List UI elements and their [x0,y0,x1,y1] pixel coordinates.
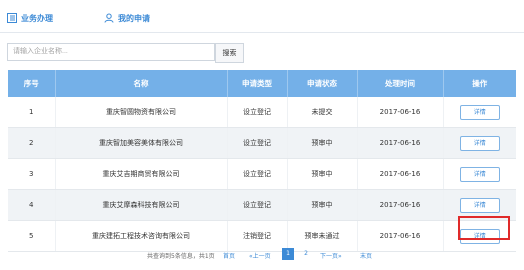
detail-button[interactable]: 详情 [459,135,500,151]
column-header-action: 操作 [443,70,516,97]
detail-button[interactable]: 详情 [459,228,500,244]
table-row: 2 重庆智加美容美体有限公司 设立登记 预审中 2017-06-16 详情 [8,127,516,159]
cell-name: 重庆建拓工程技术咨询有限公司 [55,220,228,252]
column-header-name: 名称 [55,70,228,97]
tab-my-applications[interactable]: 我的申请 [104,10,150,26]
table-header-row: 序号 名称 申请类型 申请状态 处理时间 操作 [8,70,516,97]
pagination: 共查询到5条信息，共1页 首页 «上一页 1 2 下一页» 末页 [0,248,524,264]
cell-name: 重庆艾摩森科技有限公司 [55,189,228,221]
cell-action: 详情 [443,97,516,128]
cell-status: 预审未通过 [287,220,358,252]
cell-status: 预审中 [287,127,358,159]
cell-type: 注销登记 [227,220,288,252]
detail-button[interactable]: 详情 [459,197,500,213]
cell-action: 详情 [443,189,516,221]
detail-button[interactable]: 详情 [459,104,500,120]
tab-bar: 业务办理 我的申请 [0,0,524,33]
column-header-status: 申请状态 [287,70,358,97]
tab-business-label: 业务办理 [21,13,53,23]
cell-no: 3 [8,158,56,190]
cell-date: 2017-06-16 [357,189,444,221]
cell-type: 设立登记 [227,189,288,221]
cell-status: 预审中 [287,189,358,221]
table-row: 5 重庆建拓工程技术咨询有限公司 注销登记 预审未通过 2017-06-16 详… [8,220,516,252]
first-page-link[interactable]: 首页 [223,251,235,260]
search-input[interactable] [7,43,215,61]
next-page-link[interactable]: 下一页» [320,251,342,260]
cell-date: 2017-06-16 [357,220,444,252]
cell-type: 设立登记 [227,97,288,128]
applications-table: 序号 名称 申请类型 申请状态 处理时间 操作 1 重庆智圆物资有限公司 设立登… [8,70,516,252]
cell-action: 详情 [443,127,516,159]
page-2-button[interactable]: 2 [300,248,312,260]
pagination-info: 共查询到5条信息，共1页 [147,253,215,260]
page-1-button[interactable]: 1 [282,248,294,260]
cell-date: 2017-06-16 [357,97,444,128]
cell-status: 未提交 [287,97,358,128]
prev-page-link[interactable]: «上一页 [249,251,271,260]
tab-my-applications-label: 我的申请 [118,13,150,23]
cell-date: 2017-06-16 [357,127,444,159]
last-page-link[interactable]: 末页 [360,251,372,260]
cell-type: 设立登记 [227,158,288,190]
cell-name: 重庆智圆物资有限公司 [55,97,228,128]
cell-date: 2017-06-16 [357,158,444,190]
cell-no: 1 [8,97,56,128]
column-header-type: 申请类型 [227,70,288,97]
cell-no: 2 [8,127,56,159]
tab-business[interactable]: 业务办理 [7,10,53,26]
column-header-no: 序号 [8,70,56,97]
cell-no: 5 [8,220,56,252]
cell-action: 详情 [443,220,516,252]
user-icon [104,13,114,23]
table-row: 4 重庆艾摩森科技有限公司 设立登记 预审中 2017-06-16 详情 [8,189,516,221]
list-icon [7,13,17,23]
cell-status: 预审中 [287,158,358,190]
cell-name: 重庆智加美容美体有限公司 [55,127,228,159]
cell-action: 详情 [443,158,516,190]
table-row: 1 重庆智圆物资有限公司 设立登记 未提交 2017-06-16 详情 [8,97,516,128]
cell-name: 重庆艾吉期商贸有限公司 [55,158,228,190]
cell-type: 设立登记 [227,127,288,159]
detail-button[interactable]: 详情 [459,166,500,182]
cell-no: 4 [8,189,56,221]
table-row: 3 重庆艾吉期商贸有限公司 设立登记 预审中 2017-06-16 详情 [8,158,516,190]
column-header-date: 处理时间 [357,70,444,97]
search-button[interactable]: 搜索 [215,43,244,63]
